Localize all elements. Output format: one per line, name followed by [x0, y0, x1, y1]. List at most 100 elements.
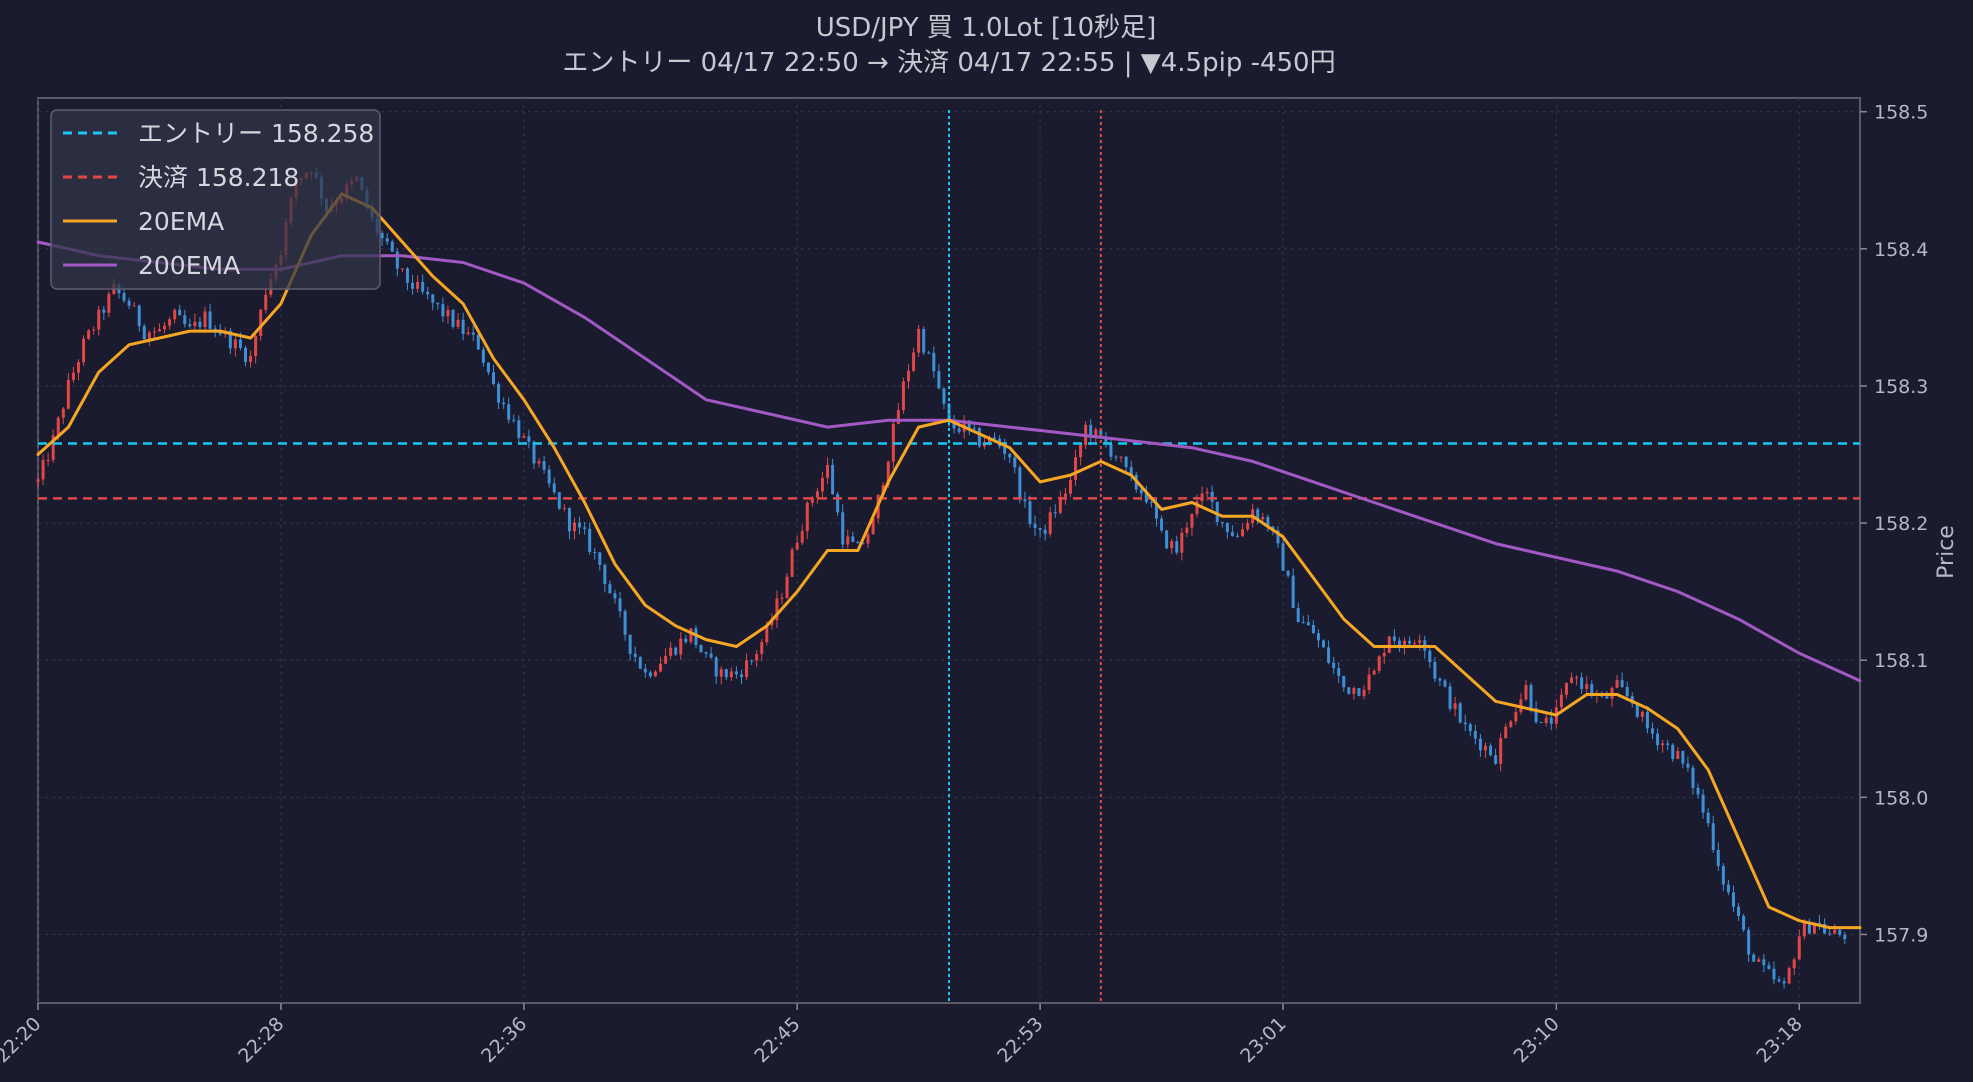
candle-body	[61, 408, 65, 418]
candle-body	[1337, 668, 1341, 676]
candle-body	[1524, 684, 1528, 700]
candle-body	[1458, 703, 1462, 723]
candle-body	[1241, 529, 1245, 537]
candle-body	[1666, 743, 1670, 745]
candle-body	[1585, 684, 1589, 689]
candle-body	[1079, 445, 1083, 458]
candle-body	[385, 238, 389, 242]
candle-body	[856, 541, 860, 544]
candle-body	[1392, 636, 1396, 641]
candle-body	[896, 410, 900, 424]
candle-body	[1038, 527, 1042, 530]
candle-body	[1843, 934, 1847, 939]
candle	[917, 324, 921, 358]
candle	[1458, 701, 1462, 724]
candle-body	[1792, 959, 1796, 969]
candle-body	[1625, 687, 1629, 697]
candle	[977, 426, 981, 448]
candle-body	[1185, 527, 1189, 533]
candle-body	[1114, 456, 1118, 458]
candle-body	[1787, 968, 1791, 984]
candle-body	[1716, 849, 1720, 867]
candle-body	[71, 372, 75, 380]
candle-body	[593, 551, 597, 553]
candle-body	[689, 628, 693, 643]
candle-body	[497, 383, 501, 403]
candle-body	[82, 338, 86, 363]
candle-body	[188, 324, 192, 327]
candle-body	[1170, 541, 1174, 549]
y-tick-label: 158.4	[1874, 239, 1928, 261]
candle-body	[163, 325, 167, 330]
candle	[689, 628, 693, 645]
candle-body	[1489, 745, 1493, 756]
candle-body	[1529, 684, 1533, 709]
candle-body	[1640, 711, 1644, 717]
candle-body	[416, 281, 420, 289]
candle-body	[259, 309, 263, 336]
candle-body	[1721, 866, 1725, 885]
candle-body	[1570, 677, 1574, 683]
candle-body	[1119, 456, 1123, 458]
candle-body	[1499, 738, 1503, 764]
candle-body	[608, 584, 612, 594]
candle-body	[942, 388, 946, 404]
candle-body	[800, 531, 804, 543]
candle-body	[1438, 678, 1442, 681]
candle-body	[532, 441, 536, 464]
candle-body	[739, 674, 743, 678]
candle-body	[507, 404, 511, 420]
candle	[451, 308, 455, 329]
candle-body	[1220, 521, 1224, 524]
candle-body	[461, 319, 465, 335]
candle-body	[1828, 933, 1832, 935]
legend: エントリー 158.258 決済 158.218 20EMA 200EMA	[50, 109, 381, 290]
candle-body	[157, 329, 161, 332]
candle-body	[244, 347, 248, 363]
candle-body	[805, 502, 809, 532]
candle-body	[1296, 608, 1300, 623]
candle-body	[1656, 733, 1660, 746]
candle-body	[1509, 721, 1513, 727]
candle-body	[623, 611, 627, 635]
candle-body	[1286, 570, 1290, 576]
candle-body	[841, 512, 845, 545]
candle-body	[1443, 680, 1447, 687]
candle-body	[684, 638, 688, 643]
candle-body	[1418, 640, 1422, 644]
candle-body	[618, 598, 622, 612]
legend-label: エントリー 158.258	[138, 119, 374, 148]
candle-body	[233, 339, 237, 349]
candle-body	[1018, 467, 1022, 500]
candle-body	[866, 534, 870, 544]
candle-body	[1063, 493, 1067, 497]
candle-body	[127, 300, 131, 306]
candle-body	[471, 332, 475, 335]
candle-body	[1726, 884, 1730, 893]
candle-body	[421, 281, 425, 292]
candle-body	[173, 309, 177, 320]
candle-body	[907, 370, 911, 382]
candle-body	[1160, 518, 1164, 531]
candle	[87, 328, 91, 341]
candle-body	[193, 321, 197, 327]
candle-body	[1180, 532, 1184, 553]
candle-body	[1742, 915, 1746, 930]
candle-body	[927, 352, 931, 354]
candle-body	[1580, 677, 1584, 689]
candle-body	[198, 321, 202, 328]
candle	[1357, 687, 1361, 697]
candle-body	[1332, 662, 1336, 669]
candle-body	[851, 536, 855, 542]
candle-body	[917, 328, 921, 353]
candle-body	[1777, 979, 1781, 982]
candle-body	[709, 653, 713, 658]
chart-title: USD/JPY 買 1.0Lot [10秒足]	[816, 13, 1157, 43]
candle	[790, 547, 794, 578]
candle-body	[492, 372, 495, 384]
candle-body	[441, 304, 445, 317]
candle-body	[147, 332, 151, 340]
candle-body	[1043, 529, 1047, 534]
candle-body	[76, 362, 80, 373]
candle-body	[107, 293, 111, 313]
